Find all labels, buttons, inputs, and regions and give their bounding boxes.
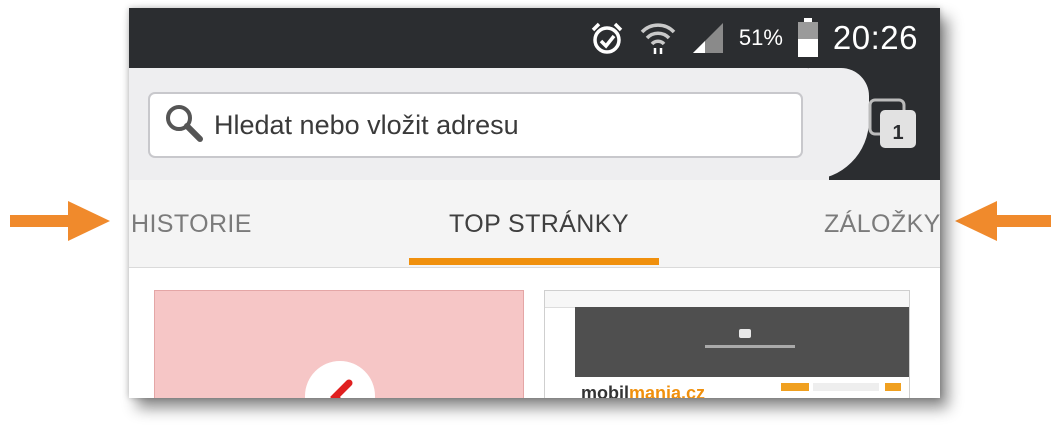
site-nav-strip	[545, 291, 909, 308]
tab-historie[interactable]: HISTORIE	[131, 180, 252, 268]
site-logo: mobilmania.cz	[581, 383, 705, 398]
tab-zalozky[interactable]: ZÁLOŽKY	[824, 180, 940, 268]
camera-icon	[739, 329, 751, 338]
search-input[interactable]	[214, 109, 774, 141]
battery-icon	[797, 18, 819, 58]
tabs-icon: 1	[868, 98, 916, 148]
site-button	[885, 383, 901, 391]
annotation-arrow-left-icon	[955, 201, 1051, 241]
site-mark-icon	[330, 379, 353, 398]
annotation-arrow-right-icon	[10, 201, 110, 241]
tabs-button[interactable]: 1	[868, 98, 920, 150]
site-search	[813, 383, 879, 391]
browser-toolbar: 1	[129, 68, 940, 180]
site-logo-left: mobil	[581, 383, 629, 398]
top-site-thumbnail[interactable]	[154, 290, 524, 398]
tab-count: 1	[892, 122, 903, 144]
tab-top-stranky[interactable]: TOP STRÁNKY	[449, 180, 629, 268]
browser-screenshot: 51% 20:26 Hledat nebo vložit adresu 1 HI…	[129, 8, 940, 398]
battery-percent: 51%	[738, 25, 783, 50]
top-sites-grid: mobilmania.cz	[129, 268, 940, 398]
signal-icon	[691, 21, 725, 55]
alarm-icon	[589, 20, 625, 56]
home-tab-bar: HISTORIE TOP STRÁNKY ZÁLOŽKY	[129, 180, 940, 268]
site-banner	[575, 307, 909, 377]
site-logo-right: mania.cz	[629, 383, 706, 398]
status-bar: 51% 20:26	[129, 8, 940, 68]
site-banner-text	[705, 345, 795, 348]
wifi-icon	[639, 20, 677, 56]
top-site-thumbnail[interactable]: mobilmania.cz	[544, 290, 910, 398]
url-bar[interactable]	[148, 92, 803, 158]
search-icon	[164, 103, 204, 148]
active-tab-indicator	[409, 258, 659, 265]
site-button	[781, 383, 809, 391]
status-time: 20:26	[832, 19, 918, 56]
